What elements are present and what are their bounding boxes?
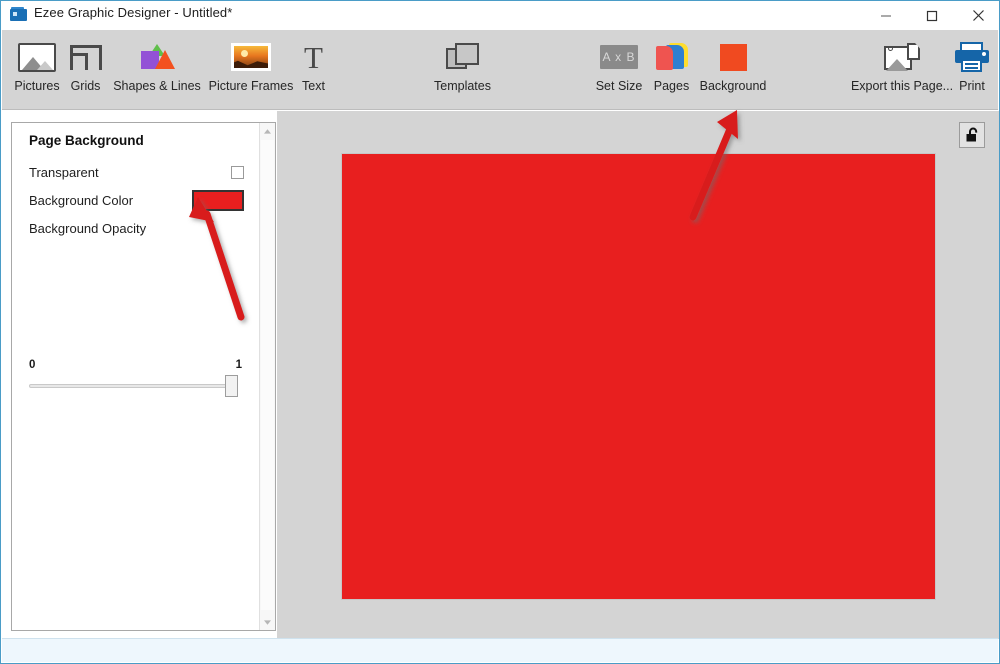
slider-max-label: 1 xyxy=(235,359,242,371)
toolbar-button-text[interactable]: T Text xyxy=(297,37,330,105)
background-opacity-slider-group: 0 1 xyxy=(29,359,244,397)
panel-title: Page Background xyxy=(29,133,144,148)
slider-min-label: 0 xyxy=(29,359,36,371)
slider-range-labels: 0 1 xyxy=(29,359,244,373)
background-opacity-slider-thumb[interactable] xyxy=(225,375,238,397)
pages-icon xyxy=(655,37,688,77)
close-button[interactable] xyxy=(955,1,999,30)
toolbar-label-print: Print xyxy=(959,79,985,93)
toolbar-label-export-this-page: Export this Page... xyxy=(850,79,954,93)
toolbar-button-background[interactable]: Background xyxy=(698,37,768,105)
shapes-and-lines-icon xyxy=(139,37,175,77)
export-page-icon xyxy=(884,37,920,77)
label-background-color: Background Color xyxy=(29,192,134,208)
property-row-transparent: Transparent xyxy=(29,161,244,183)
toolbar-button-pages[interactable]: Pages xyxy=(651,37,692,105)
set-size-icon: A x B xyxy=(600,37,638,77)
toolbar-button-print[interactable]: Print xyxy=(951,37,993,105)
grids-icon xyxy=(69,37,102,77)
background-opacity-slider-track[interactable] xyxy=(29,384,234,388)
window-controls xyxy=(863,1,999,30)
toolbar-label-shapes-and-lines: Shapes & Lines xyxy=(113,79,201,93)
toolbar-button-set-size[interactable]: A x B Set Size xyxy=(593,37,645,105)
toolbar-button-export-this-page[interactable]: Export this Page... xyxy=(850,37,954,105)
toolbar-label-picture-frames: Picture Frames xyxy=(208,79,294,93)
panel-content: Page Background Transparent Background C… xyxy=(12,123,259,630)
title-bar-left: Ezee Graphic Designer - Untitled* xyxy=(1,1,863,30)
text-icon: T xyxy=(304,39,323,75)
window-title: Ezee Graphic Designer - Untitled* xyxy=(34,5,233,20)
panel-scrollbar-thumb[interactable] xyxy=(261,140,274,610)
minimize-button[interactable] xyxy=(863,1,909,30)
toolbar-button-templates[interactable]: Templates xyxy=(429,37,496,105)
background-color-swatch[interactable] xyxy=(192,189,244,211)
title-bar: Ezee Graphic Designer - Untitled* xyxy=(1,1,999,30)
background-icon xyxy=(719,37,747,77)
property-row-background-color: Background Color xyxy=(29,189,244,211)
print-icon xyxy=(955,37,989,77)
label-background-opacity: Background Opacity xyxy=(29,220,147,236)
toolbar-button-picture-frames[interactable]: Picture Frames xyxy=(205,37,297,105)
toolbar-label-set-size: Set Size xyxy=(595,79,643,93)
maximize-button[interactable] xyxy=(909,1,955,30)
page-background-panel: Page Background Transparent Background C… xyxy=(11,122,276,631)
toolbar-button-pictures[interactable]: Pictures xyxy=(12,37,62,105)
scroll-down-arrow-icon[interactable] xyxy=(260,614,275,630)
toolbar-button-grids[interactable]: Grids xyxy=(62,37,109,105)
status-bar xyxy=(2,638,998,662)
transparent-checkbox[interactable] xyxy=(231,165,244,179)
templates-icon xyxy=(445,37,480,77)
toolbar-label-grids: Grids xyxy=(70,79,101,93)
pictures-icon xyxy=(18,37,56,77)
panel-vertical-scrollbar[interactable] xyxy=(259,123,275,630)
canvas-page[interactable] xyxy=(342,154,935,599)
app-window-icon xyxy=(10,6,27,22)
toolbar-label-text: Text xyxy=(302,79,325,93)
unlock-icon[interactable] xyxy=(959,122,985,148)
property-row-background-opacity: Background Opacity xyxy=(29,217,244,239)
toolbar-label-background: Background xyxy=(699,79,767,93)
scroll-up-arrow-icon[interactable] xyxy=(260,123,275,139)
application-window: Ezee Graphic Designer - Untitled* Pictur… xyxy=(0,0,1000,664)
toolbar-label-pages: Pages xyxy=(653,79,690,93)
toolbar-label-pictures: Pictures xyxy=(14,79,60,93)
set-size-glyph-text: A x B xyxy=(600,45,638,69)
label-transparent: Transparent xyxy=(29,164,99,180)
toolbar-label-templates: Templates xyxy=(434,79,491,93)
main-toolbar: Pictures Grids Shapes & Lines Picture Fr… xyxy=(2,30,998,110)
canvas-work-area xyxy=(277,111,999,639)
picture-frames-icon xyxy=(231,37,271,77)
toolbar-button-shapes-and-lines[interactable]: Shapes & Lines xyxy=(109,37,205,105)
